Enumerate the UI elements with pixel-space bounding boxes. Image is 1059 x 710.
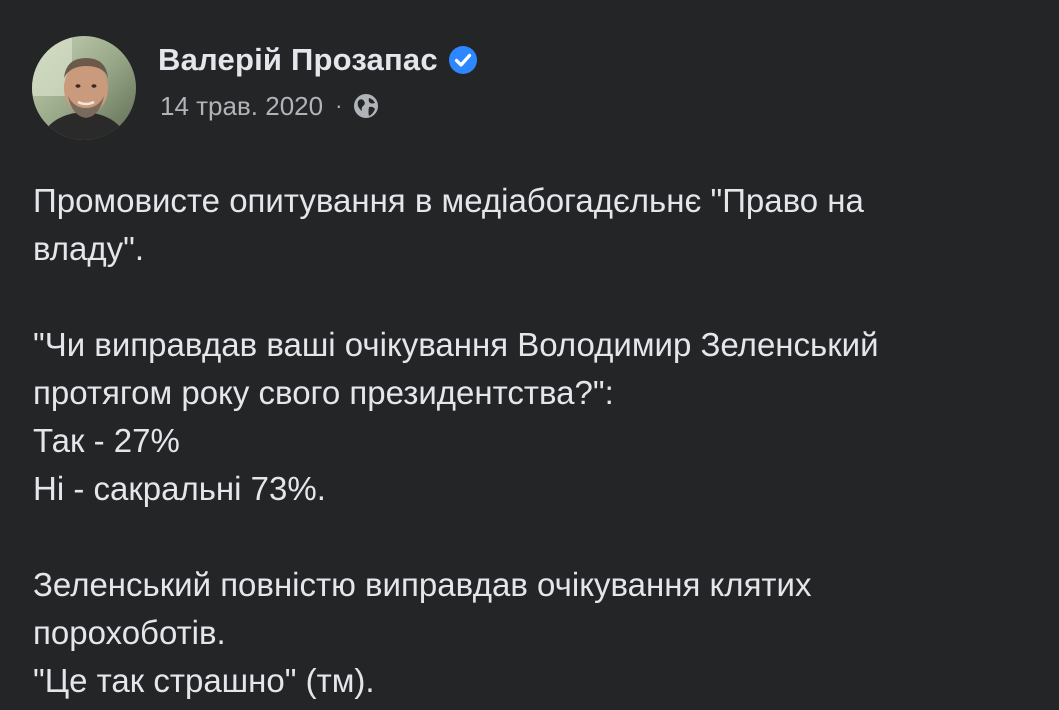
post-meta: 14 трав. 2020 · — [160, 88, 380, 124]
post-text-line: протягом року свого президентства?": — [33, 374, 614, 411]
facebook-post: Валерій Прозапас 14 трав. 2020 · Промови… — [0, 0, 1059, 710]
avatar-photo — [32, 36, 136, 140]
post-paragraph-3: Зеленський повністю виправдав очікування… — [33, 561, 1033, 705]
post-text-line: Промовисте опитування в медіабогадєльнє … — [33, 182, 864, 219]
verified-badge-icon — [448, 45, 478, 75]
post-text-line: "Це так страшно" (тм). — [33, 662, 375, 699]
author-name[interactable]: Валерій Прозапас — [158, 42, 438, 78]
post-paragraph-1: Промовисте опитування в медіабогадєльнє … — [33, 177, 1033, 273]
meta-separator: · — [335, 93, 343, 118]
post-body: Промовисте опитування в медіабогадєльнє … — [33, 177, 1033, 705]
author-line: Валерій Прозапас — [158, 38, 478, 82]
post-text-line: "Чи виправдав ваші очікування Володимир … — [33, 326, 879, 363]
poll-result-yes: Так - 27% — [33, 422, 180, 459]
avatar[interactable] — [32, 36, 136, 140]
poll-result-no: Ні - сакральні 73%. — [33, 470, 326, 507]
globe-icon[interactable] — [352, 92, 380, 120]
post-text-line: порохоботів. — [33, 614, 226, 651]
post-text-line: Зеленський повністю виправдав очікування… — [33, 566, 812, 603]
post-header: Валерій Прозапас 14 трав. 2020 · — [32, 36, 1032, 140]
post-paragraph-2: "Чи виправдав ваші очікування Володимир … — [33, 321, 1033, 513]
post-text-line: владу". — [33, 230, 145, 267]
post-date[interactable]: 14 трав. 2020 — [160, 91, 323, 122]
